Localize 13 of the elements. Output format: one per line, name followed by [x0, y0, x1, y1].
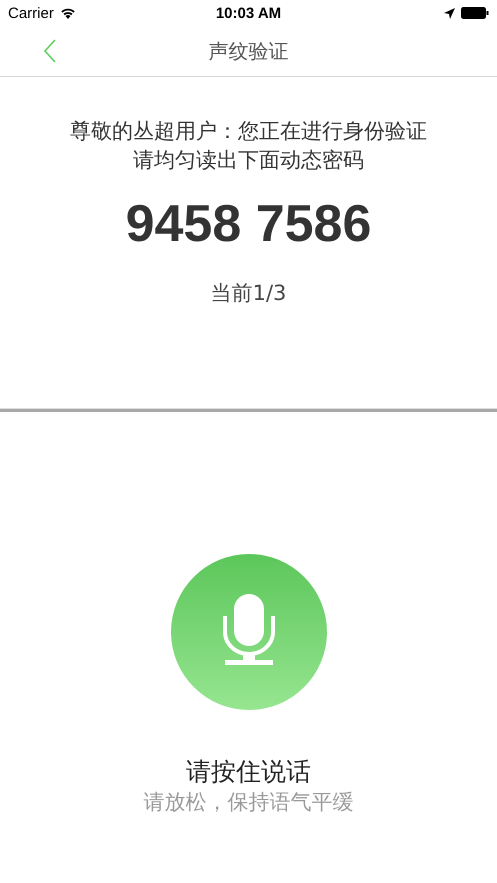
hold-to-speak-text: 请按住说话 [186, 756, 311, 788]
wifi-icon [60, 7, 76, 19]
relax-hint: 请放松，保持语气平缓 [144, 789, 354, 816]
carrier-name: Carrier [8, 4, 54, 22]
status-time: 10:03 AM [216, 4, 282, 22]
instruction-text: 请均匀读出下面动态密码 [133, 147, 364, 174]
back-icon[interactable] [43, 39, 57, 63]
progress-text: 当前1/3 [210, 280, 286, 307]
greeting-text: 尊敬的丛超用户：您正在进行身份验证 [70, 118, 427, 145]
location-icon [444, 8, 455, 18]
dynamic-code: 9458 7586 [126, 194, 372, 255]
screen-title: 声纹验证 [208, 38, 288, 64]
battery-icon [461, 7, 489, 19]
